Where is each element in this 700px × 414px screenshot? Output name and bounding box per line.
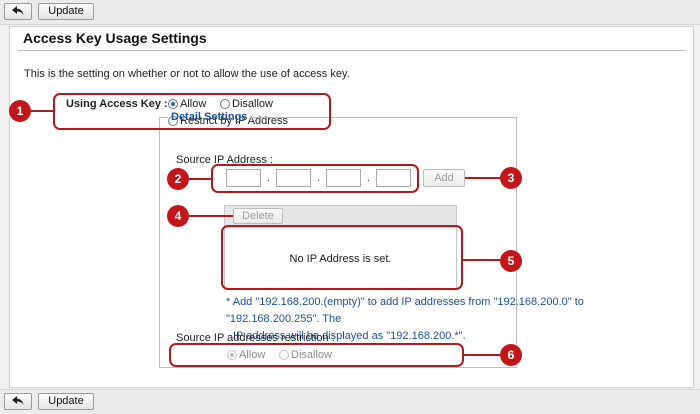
delete-ip-button[interactable]: Delete (233, 208, 283, 224)
callout-line-3 (465, 177, 500, 179)
note-line-1: * Add "192.168.200.(empty)" to add IP ad… (226, 296, 584, 325)
back-button[interactable] (4, 3, 32, 20)
annotation-badge-6: 6 (500, 344, 522, 366)
callout-line-2 (189, 178, 211, 180)
callout-box-1 (53, 93, 331, 130)
annotation-badge-2: 2 (167, 168, 189, 190)
annotation-badge-3: 3 (500, 167, 522, 189)
annotation-badge-5: 5 (500, 250, 522, 272)
annotation-badge-4: 4 (167, 205, 189, 227)
add-ip-button[interactable]: Add (423, 169, 465, 187)
title-divider (18, 50, 685, 51)
callout-line-6 (464, 354, 500, 356)
callout-line-5 (463, 259, 500, 261)
page-title: Access Key Usage Settings (23, 30, 207, 46)
back-button[interactable] (4, 393, 32, 410)
callout-box-6 (169, 343, 464, 367)
update-button[interactable]: Update (38, 393, 94, 410)
callout-line-4 (189, 215, 233, 217)
annotation-badge-1: 1 (9, 100, 31, 122)
callout-box-5 (221, 225, 463, 290)
back-arrow-icon (12, 6, 24, 15)
callout-line-1 (31, 110, 53, 112)
callout-box-2 (211, 164, 419, 193)
page-description: This is the setting on whether or not to… (24, 68, 350, 80)
back-arrow-icon (12, 396, 24, 405)
bottom-toolbar: Update (0, 389, 700, 414)
update-button[interactable]: Update (38, 3, 94, 20)
top-toolbar: Update (0, 0, 700, 25)
